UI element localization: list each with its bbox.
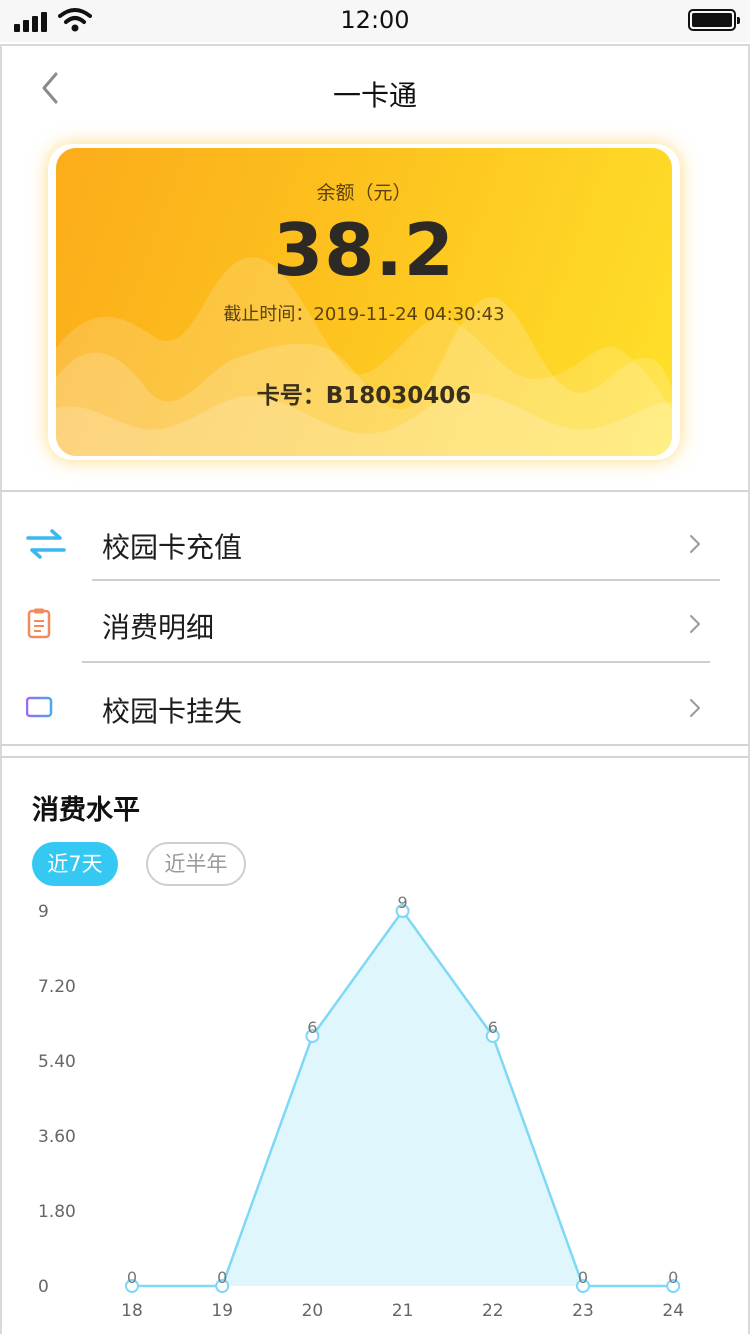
tab-last-7-days[interactable]: 近7天 bbox=[32, 842, 118, 886]
menu-item-details[interactable]: 消费明细 bbox=[0, 584, 750, 664]
data-label: 0 bbox=[668, 1268, 678, 1287]
y-tick-label: 3.60 bbox=[38, 1127, 76, 1147]
x-tick-label: 20 bbox=[302, 1301, 324, 1321]
card-number: 卡号：B18030406 bbox=[256, 383, 472, 409]
menu-item-label: 校园卡充值 bbox=[102, 531, 243, 564]
y-tick-label: 7.20 bbox=[38, 977, 76, 997]
menu-item-recharge[interactable]: 校园卡充值 bbox=[0, 504, 750, 584]
data-label: 0 bbox=[127, 1268, 137, 1287]
menu-item-label: 消费明细 bbox=[102, 611, 215, 644]
y-tick-label: 5.40 bbox=[38, 1052, 76, 1072]
page-title: 一卡通 bbox=[332, 79, 417, 112]
y-tick-label: 9 bbox=[38, 902, 49, 922]
divider bbox=[0, 490, 750, 492]
tab-last-half-year[interactable]: 近半年 bbox=[146, 842, 246, 886]
menu-item-report-loss[interactable]: 校园卡挂失 bbox=[0, 668, 750, 748]
nav-bar: 一卡通 bbox=[0, 46, 750, 134]
data-label: 6 bbox=[307, 1018, 317, 1037]
balance-card[interactable]: 余额（元） 38.2 截止时间：2019-11-24 04:30:43 卡号：B… bbox=[56, 148, 672, 456]
menu-divider bbox=[92, 579, 720, 581]
x-tick-label: 18 bbox=[121, 1301, 143, 1321]
consumption-chart: 0 1.80 3.60 5.40 7.20 9 0 0 6 9 6 0 0 18 19 20 21 22 23 24 bbox=[38, 893, 684, 1321]
y-tick-label: 1.80 bbox=[38, 1202, 76, 1222]
menu-item-label: 校园卡挂失 bbox=[102, 695, 243, 728]
x-tick-label: 24 bbox=[662, 1301, 684, 1321]
status-bar: 12:00 bbox=[0, 0, 750, 42]
clipboard-icon bbox=[27, 608, 51, 639]
data-label: 0 bbox=[578, 1268, 588, 1287]
x-tick-label: 19 bbox=[211, 1301, 233, 1321]
status-time: 12:00 bbox=[340, 6, 410, 34]
chevron-right-icon bbox=[690, 699, 701, 717]
data-label: 6 bbox=[488, 1018, 498, 1037]
chevron-right-icon bbox=[690, 615, 701, 633]
y-tick-label: 0 bbox=[38, 1277, 49, 1297]
balance-value: 38.2 bbox=[273, 208, 455, 292]
divider bbox=[0, 744, 750, 746]
battery-icon bbox=[688, 9, 740, 31]
transfer-arrows-icon bbox=[26, 529, 66, 559]
x-tick-label: 23 bbox=[572, 1301, 594, 1321]
chevron-right-icon bbox=[690, 535, 701, 553]
x-tick-label: 21 bbox=[392, 1301, 414, 1321]
card-icon bbox=[26, 696, 53, 718]
data-label: 9 bbox=[398, 893, 408, 912]
deadline-text: 截止时间：2019-11-24 04:30:43 bbox=[223, 304, 505, 325]
data-label: 0 bbox=[217, 1268, 227, 1287]
area-fill bbox=[132, 911, 674, 1286]
balance-label: 余额（元） bbox=[316, 182, 412, 204]
section-title: 消费水平 bbox=[32, 795, 140, 826]
menu-divider bbox=[82, 661, 710, 663]
consumption-section: 消费水平 近7天 近半年 0 1.80 3.60 5.40 7.20 9 0 0 6 9 6 0 0 18… bbox=[0, 756, 750, 1334]
x-tick-label: 22 bbox=[482, 1301, 504, 1321]
